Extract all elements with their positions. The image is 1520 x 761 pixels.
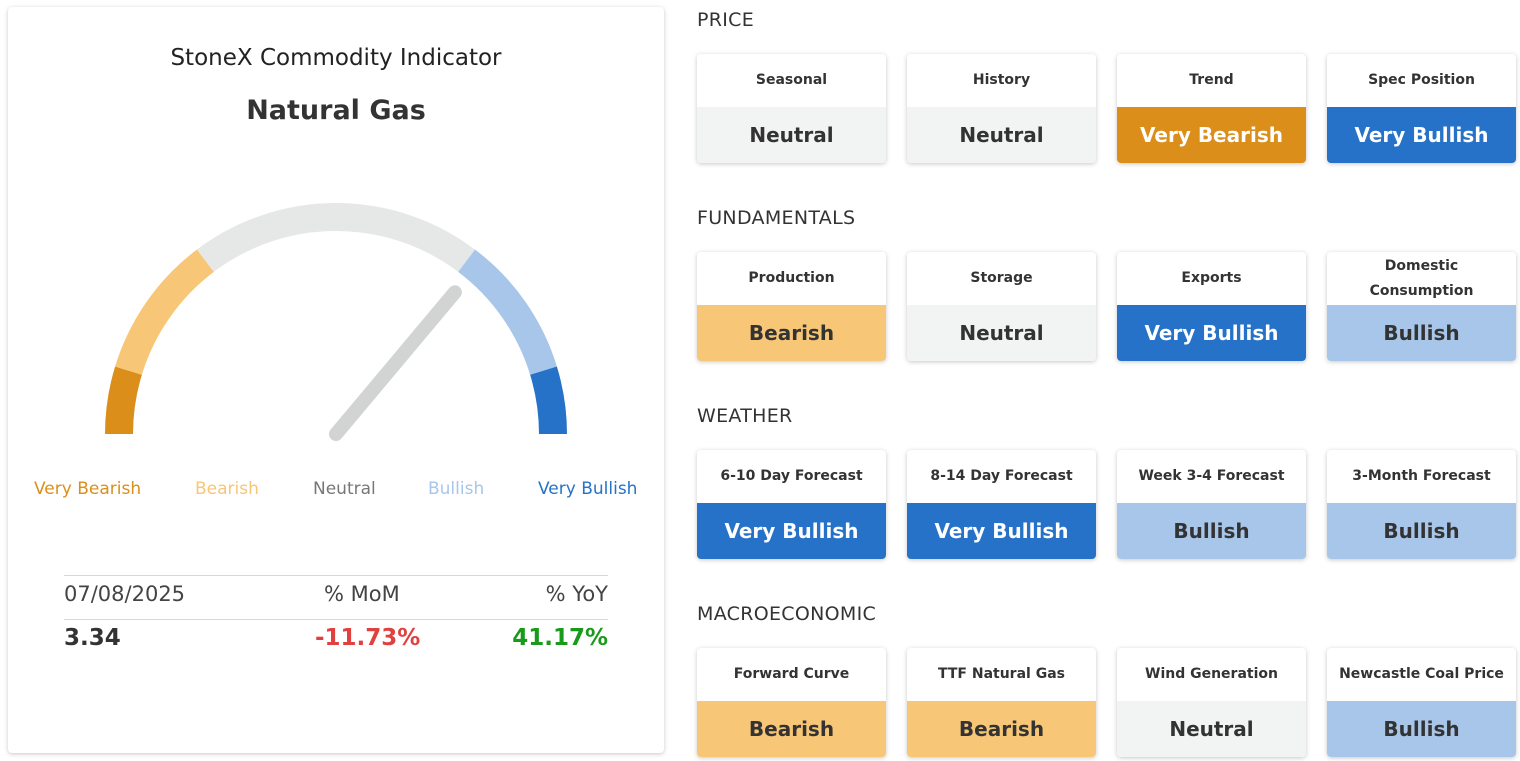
gauge-segment-very-bearish [105,366,142,435]
gauge-needle [329,285,462,441]
legend-bullish: Bullish [428,479,485,499]
gauge-segment-bullish [457,249,557,375]
tile-8-14-day-forecast[interactable]: 8-14 Day Forecast Very Bullish [907,450,1096,559]
stats-yoy-value: 41.17% [512,625,608,651]
tile-3-month-forecast[interactable]: 3-Month Forecast Bullish [1327,450,1516,559]
stats-yoy-label: % YoY [545,582,608,606]
stats-mom-value: -11.73% [315,625,421,651]
gauge-segment-very-bullish [530,366,567,435]
tile-value: Very Bullish [697,503,886,559]
tile-label: Forward Curve [733,666,850,682]
tile-value: Neutral [907,107,1096,163]
tile-wind-generation[interactable]: Wind Generation Neutral [1117,648,1306,757]
tile-label: 6-10 Day Forecast [720,468,863,484]
stats-date: 07/08/2025 [64,582,186,606]
stats-divider-top [64,575,608,576]
tile-value: Bearish [697,701,886,757]
tile-label: Trend [1189,72,1234,88]
gauge-segment-bearish [115,249,215,375]
tile-label: Exports [1181,270,1242,286]
section-title-fundamentals: FUNDAMENTALS [697,207,856,229]
tile-label: Week 3-4 Forecast [1138,468,1285,484]
tile-exports[interactable]: Exports Very Bullish [1117,252,1306,361]
tile-seasonal[interactable]: Seasonal Neutral [697,54,886,163]
tile-label: History [972,72,1031,88]
tile-value: Bullish [1327,305,1516,361]
tile-value: Bearish [697,305,886,361]
tile-week-3-4-forecast[interactable]: Week 3-4 Forecast Bullish [1117,450,1306,559]
tile-label: Storage [970,270,1033,286]
indicator-card: StoneX Commodity Indicator Natural Gas V… [8,7,664,753]
tile-value: Bullish [1327,503,1516,559]
tile-value: Very Bearish [1117,107,1306,163]
stats-price: 3.34 [64,625,121,651]
section-title-macroeconomic: MACROECONOMIC [697,603,877,625]
tile-label: Spec Position [1368,72,1475,88]
gauge-segment-neutral [196,203,476,272]
tile-domestic-consumption[interactable]: Domestic Consumption Bullish [1327,252,1516,361]
tile-label: Production [748,270,835,286]
tile-label: Seasonal [755,72,828,88]
tile-ttf-natural-gas[interactable]: TTF Natural Gas Bearish [907,648,1096,757]
tile-label: 8-14 Day Forecast [930,468,1073,484]
stats-mom-label: % MoM [324,582,400,606]
stats-divider-middle [64,619,608,620]
tile-storage[interactable]: Storage Neutral [907,252,1096,361]
tile-6-10-day-forecast[interactable]: 6-10 Day Forecast Very Bullish [697,450,886,559]
tile-value: Neutral [907,305,1096,361]
tile-label: Domestic Consumption [1369,257,1474,299]
tile-value: Bullish [1117,503,1306,559]
tile-value: Very Bullish [1327,107,1516,163]
tile-trend[interactable]: Trend Very Bearish [1117,54,1306,163]
tile-value: Very Bullish [1117,305,1306,361]
section-title-price: PRICE [697,9,755,31]
tile-history[interactable]: History Neutral [907,54,1096,163]
legend-bearish: Bearish [195,479,259,499]
tile-production[interactable]: Production Bearish [697,252,886,361]
section-title-weather: WEATHER [697,405,793,427]
legend-neutral: Neutral [313,479,376,499]
tile-value: Neutral [1117,701,1306,757]
tile-newcastle-coal-price[interactable]: Newcastle Coal Price Bullish [1327,648,1516,757]
tile-value: Bearish [907,701,1096,757]
tile-value: Bullish [1327,701,1516,757]
tile-label: 3-Month Forecast [1352,468,1491,484]
tile-value: Very Bullish [907,503,1096,559]
sentiment-gauge [105,203,567,441]
tile-label: TTF Natural Gas [938,666,1065,682]
tile-forward-curve[interactable]: Forward Curve Bearish [697,648,886,757]
tile-value: Neutral [697,107,886,163]
tile-spec-position[interactable]: Spec Position Very Bullish [1327,54,1516,163]
legend-very-bearish: Very Bearish [34,479,142,499]
tile-label: Wind Generation [1145,666,1278,682]
legend-very-bullish: Very Bullish [538,479,638,499]
tile-label: Newcastle Coal Price [1339,666,1504,682]
